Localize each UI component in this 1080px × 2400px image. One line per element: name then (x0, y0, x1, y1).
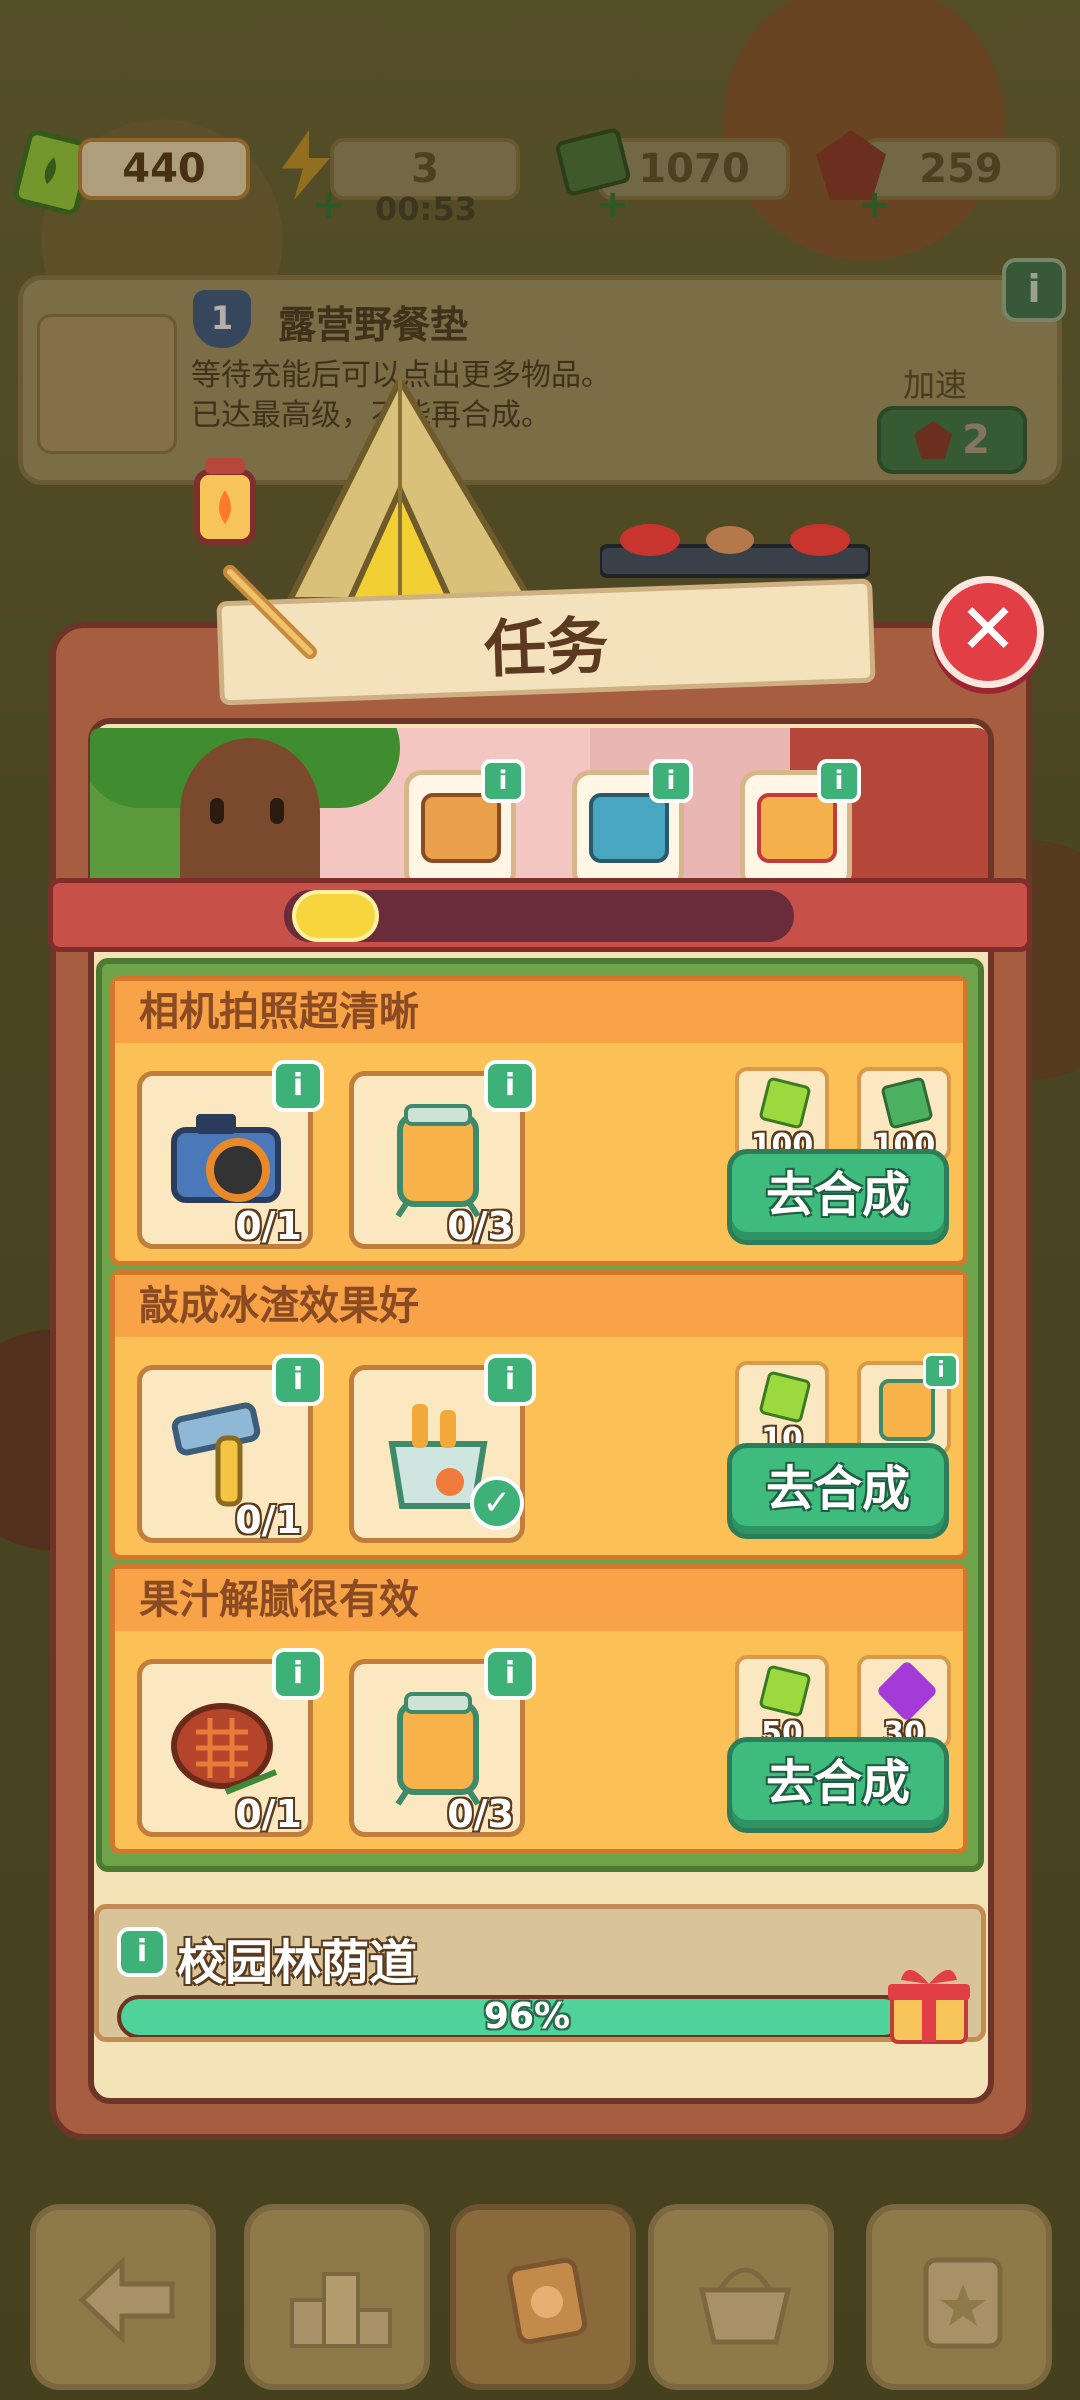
basket-icon (698, 2267, 792, 2345)
check-icon: ✓ (470, 1476, 524, 1530)
task-item-slot[interactable]: i 0/1 (137, 1060, 324, 1249)
steak-icon (171, 1703, 278, 1795)
milestone-chest-3[interactable]: i (740, 759, 861, 907)
grill-icon (600, 524, 870, 578)
podium-icon (290, 2272, 392, 2348)
clipboard-star-icon (923, 2257, 1003, 2349)
tree-character (180, 738, 320, 880)
slot-info-icon[interactable]: i (272, 1648, 324, 1700)
slot-count: 0/3 (447, 1792, 514, 1836)
arrow-left-icon (78, 2256, 175, 2344)
go-merge-button[interactable]: 去合成 (727, 1737, 949, 1833)
gift-icon[interactable] (886, 1960, 972, 2046)
ticket-icon (758, 1076, 812, 1130)
hammer-icon (171, 1402, 261, 1507)
reward-item: 50 (735, 1655, 829, 1751)
paperclip-icon (223, 565, 317, 659)
nav-center-button[interactable] (450, 2204, 636, 2390)
slot-count: 0/3 (447, 1204, 514, 1248)
quest-header-scene (90, 728, 988, 880)
reward-item: 100 (857, 1067, 951, 1163)
area-title: 校园林荫道 (177, 1935, 418, 1991)
task-item-slot[interactable]: i 0/3 (349, 1060, 536, 1249)
reward-item: 30 (857, 1655, 951, 1751)
slot-info-icon[interactable]: i (484, 1060, 536, 1112)
chest-1-info-icon[interactable]: i (481, 759, 525, 803)
milestone-chest-1[interactable]: i (404, 759, 525, 907)
reward-item[interactable]: i (857, 1353, 959, 1455)
slot-count: 0/1 (235, 1498, 302, 1542)
task-title: 相机拍照超清晰 (115, 981, 963, 1043)
slot-count: 0/1 (235, 1204, 302, 1248)
nav-back-button[interactable] (30, 2204, 216, 2390)
reward-item: 10 (735, 1361, 829, 1457)
slot-info-icon[interactable]: i (272, 1060, 324, 1112)
reward-info-icon[interactable]: i (923, 1353, 959, 1389)
chest-1-icon (421, 793, 501, 863)
slot-info-icon[interactable]: i (272, 1354, 324, 1406)
chest-2-icon (589, 793, 669, 863)
task-title: 果汁解腻很有效 (115, 1569, 963, 1631)
task-item-slot[interactable]: i 0/3 (349, 1648, 536, 1837)
purple-gem-icon (875, 1659, 939, 1723)
area-progress-bar: 96% (117, 1995, 937, 2037)
bear-card-icon (507, 2257, 588, 2345)
go-merge-button[interactable]: 去合成 (727, 1149, 949, 1245)
camera-icon (171, 1114, 281, 1203)
milestone-chest-2[interactable]: i (572, 759, 693, 907)
nav-shop-button[interactable] (648, 2204, 834, 2390)
task-card: 敲成冰渣效果好 i 0/1 i ✓ 10 i 去合成 (110, 1270, 968, 1560)
nav-tasks-button[interactable] (866, 2204, 1052, 2390)
task-item-slot[interactable]: i 0/1 (137, 1354, 324, 1543)
juice-dispenser-icon (395, 1692, 481, 1806)
go-merge-button[interactable]: 去合成 (727, 1443, 949, 1539)
task-title: 敲成冰渣效果好 (115, 1275, 963, 1337)
juice-dispenser-icon (879, 1379, 935, 1441)
ticket-icon (758, 1664, 812, 1718)
chest-3-icon (757, 793, 837, 863)
milestone-progress-bar (284, 890, 794, 942)
task-item-slot[interactable]: i ✓ (349, 1354, 536, 1543)
slot-info-icon[interactable]: i (484, 1648, 536, 1700)
nav-leaderboard-button[interactable] (244, 2204, 430, 2390)
area-info-icon[interactable]: i (117, 1927, 167, 1977)
cash-icon (880, 1076, 934, 1130)
task-card: 果汁解腻很有效 i 0/1 i 0/3 50 30 去合成 (110, 1564, 968, 1854)
juice-dispenser-icon (395, 1104, 481, 1218)
close-button[interactable]: ✕ (932, 576, 1044, 688)
milestone-progress-fill (292, 890, 379, 942)
lantern-icon (194, 458, 256, 545)
chest-2-info-icon[interactable]: i (649, 759, 693, 803)
chest-3-info-icon[interactable]: i (817, 759, 861, 803)
slot-count: 0/1 (235, 1792, 302, 1836)
task-item-slot[interactable]: i 0/1 (137, 1648, 324, 1837)
ticket-icon (758, 1370, 812, 1424)
area-progress-card: i 校园林荫道 96% (94, 1904, 986, 2042)
slot-info-icon[interactable]: i (484, 1354, 536, 1406)
reward-item: 100 (735, 1067, 829, 1163)
area-progress-percent: 96% (483, 1996, 571, 2037)
task-card: 相机拍照超清晰 i 0/1 i 0/3 100 100 去合成 (110, 976, 968, 1266)
